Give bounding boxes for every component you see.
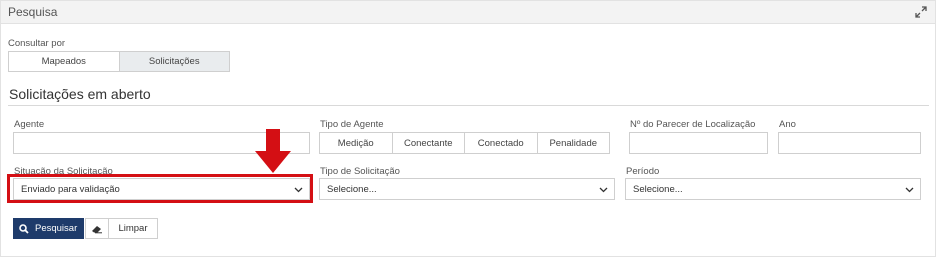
section-title: Solicitações em aberto [9, 86, 151, 102]
option-mapeados[interactable]: Mapeados [9, 52, 120, 71]
clear-button-label: Limpar [118, 223, 148, 234]
option-conectante[interactable]: Conectante [393, 133, 465, 153]
parecer-input[interactable] [629, 132, 768, 154]
tipo-solicitacao-select[interactable]: Selecione... [319, 178, 615, 200]
tipo-solicitacao-value: Selecione... [327, 183, 377, 195]
search-button[interactable]: Pesquisar [13, 218, 84, 239]
periodo-select[interactable]: Selecione... [625, 178, 921, 200]
ano-label: Ano [779, 119, 796, 130]
section-divider [8, 105, 929, 106]
agente-label: Agente [14, 119, 45, 130]
chevron-down-icon [905, 185, 914, 194]
panel-title: Pesquisa [8, 5, 58, 19]
ano-input[interactable] [778, 132, 921, 154]
arrow-down-icon [253, 129, 293, 174]
search-button-label: Pesquisar [35, 223, 78, 234]
periodo-value: Selecione... [633, 183, 683, 195]
search-panel: Pesquisa Consultar por Mapeados Solicita… [0, 0, 936, 257]
search-icon [13, 223, 35, 234]
consultar-toggle: Mapeados Solicitações [8, 51, 230, 72]
tipo-agente-label: Tipo de Agente [320, 119, 384, 130]
eraser-icon [86, 219, 109, 238]
tipo-agente-toggle: Medição Conectante Conectado Penalidade [319, 132, 610, 154]
panel-header: Pesquisa [1, 1, 935, 24]
expand-icon[interactable] [915, 6, 927, 18]
consultar-label: Consultar por [8, 38, 66, 49]
option-penalidade[interactable]: Penalidade [538, 133, 610, 153]
tipo-solicitacao-label: Tipo de Solicitação [320, 166, 400, 177]
option-solicitacoes[interactable]: Solicitações [119, 52, 229, 71]
highlight-box [7, 174, 313, 203]
parecer-label: Nº do Parecer de Localização [630, 119, 756, 130]
clear-button[interactable]: Limpar [85, 218, 158, 239]
chevron-down-icon [599, 185, 608, 194]
option-medicao[interactable]: Medição [320, 133, 393, 153]
periodo-label: Período [626, 166, 660, 177]
option-conectado[interactable]: Conectado [465, 133, 538, 153]
